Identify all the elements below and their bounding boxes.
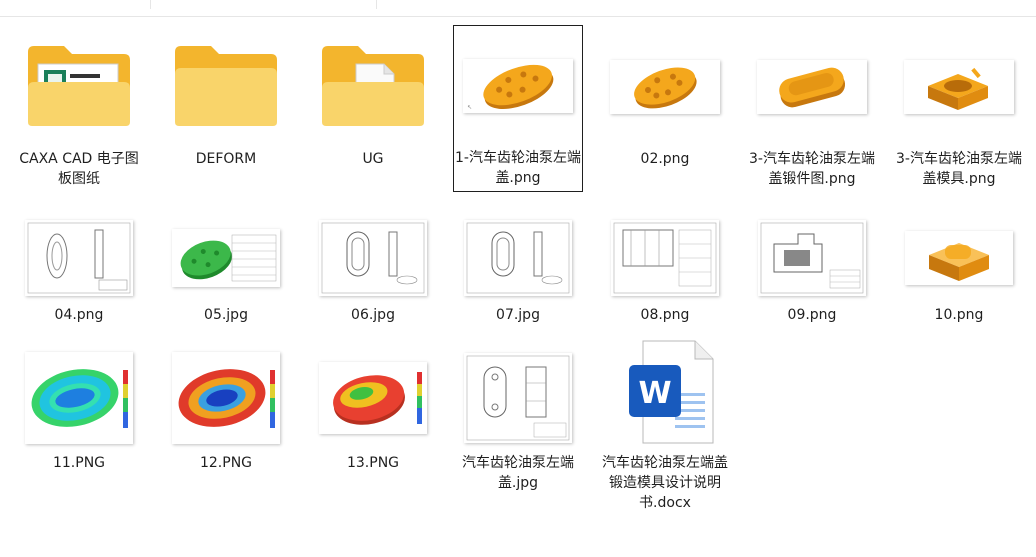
green-part-drawing-thumbnail [162, 213, 290, 303]
assembly-drawing-thumbnail [748, 213, 876, 303]
svg-text:↖: ↖ [467, 104, 472, 111]
orange-forging-thumbnail [748, 31, 876, 135]
orange-die-thumbnail [895, 31, 1023, 135]
folder-with-drawing-icon [15, 31, 143, 135]
file-item[interactable]: 3-汽车齿轮油泵左端盖模具.png [894, 26, 1024, 196]
file-name: 11.PNG [52, 455, 106, 471]
file-item[interactable]: 02.png [600, 26, 730, 196]
file-item-deform-folder[interactable]: DEFORM [161, 26, 291, 196]
folder-with-document-icon [309, 31, 437, 135]
word-document-icon: W [601, 337, 729, 449]
file-item-selected[interactable]: ↖ 1-汽车齿轮油泵左端盖.png [453, 25, 583, 192]
word-letter: W [638, 376, 671, 411]
orange-die-thumbnail [895, 213, 1023, 303]
engineering-drawing-thumbnail [454, 213, 582, 303]
file-name: 1-汽车齿轮油泵左端盖.png [455, 150, 581, 186]
file-item[interactable]: 12.PNG [161, 348, 291, 478]
assembly-drawing-thumbnail [601, 213, 729, 303]
file-item[interactable]: 汽车齿轮油泵左端盖.jpg [453, 348, 583, 498]
file-name: 09.png [787, 307, 837, 323]
file-name: 08.png [640, 307, 690, 323]
file-name: CAXA CAD 电子图板图纸 [19, 151, 139, 187]
file-item-ug-folder[interactable]: UG [308, 26, 438, 196]
file-name: 3-汽车齿轮油泵左端盖锻件图.png [749, 151, 875, 187]
simulation-plot-thumbnail [309, 349, 437, 447]
file-name: UG [362, 151, 384, 167]
file-name: 13.PNG [346, 455, 400, 471]
file-item[interactable]: 3-汽车齿轮油泵左端盖锻件图.png [747, 26, 877, 216]
file-name: 02.png [640, 151, 690, 167]
file-name: 10.png [934, 307, 984, 323]
engineering-drawing-thumbnail [454, 349, 582, 447]
column-header-strip [0, 0, 1036, 17]
file-item[interactable]: 05.jpg [161, 212, 291, 332]
file-item[interactable]: 06.jpg [308, 212, 438, 332]
file-item-caxa-folder[interactable]: CAXA CAD 电子图板图纸 [14, 26, 144, 196]
file-name: DEFORM [195, 151, 257, 167]
file-item[interactable]: 07.jpg [453, 212, 583, 332]
file-item[interactable]: 13.PNG [308, 348, 438, 478]
file-item[interactable]: 11.PNG [14, 348, 144, 478]
file-name: 06.jpg [351, 307, 395, 323]
file-name: 04.png [54, 307, 104, 323]
file-item[interactable]: 09.png [747, 212, 877, 332]
file-item[interactable]: 08.png [600, 212, 730, 332]
simulation-plot-thumbnail [15, 349, 143, 447]
file-item[interactable]: 04.png [14, 212, 144, 332]
file-name: 12.PNG [199, 455, 253, 471]
file-item[interactable]: 10.png [894, 212, 1024, 332]
column-separator [376, 0, 377, 9]
file-name: 3-汽车齿轮油泵左端盖模具.png [896, 151, 1022, 187]
file-name: 05.jpg [204, 307, 248, 323]
orange-part-thumbnail [601, 31, 729, 135]
engineering-drawing-thumbnail [15, 213, 143, 303]
simulation-plot-thumbnail [162, 349, 290, 447]
file-item[interactable]: W 汽车齿轮油泵左端盖锻造模具设计说明书.docx [600, 336, 730, 516]
file-name: 汽车齿轮油泵左端盖.jpg [462, 455, 574, 491]
orange-part-thumbnail: ↖ [454, 30, 582, 134]
folder-icon [162, 31, 290, 135]
file-name: 汽车齿轮油泵左端盖锻造模具设计说明书.docx [602, 455, 728, 511]
file-name: 07.jpg [496, 307, 540, 323]
column-separator [150, 0, 151, 9]
engineering-drawing-thumbnail [309, 213, 437, 303]
